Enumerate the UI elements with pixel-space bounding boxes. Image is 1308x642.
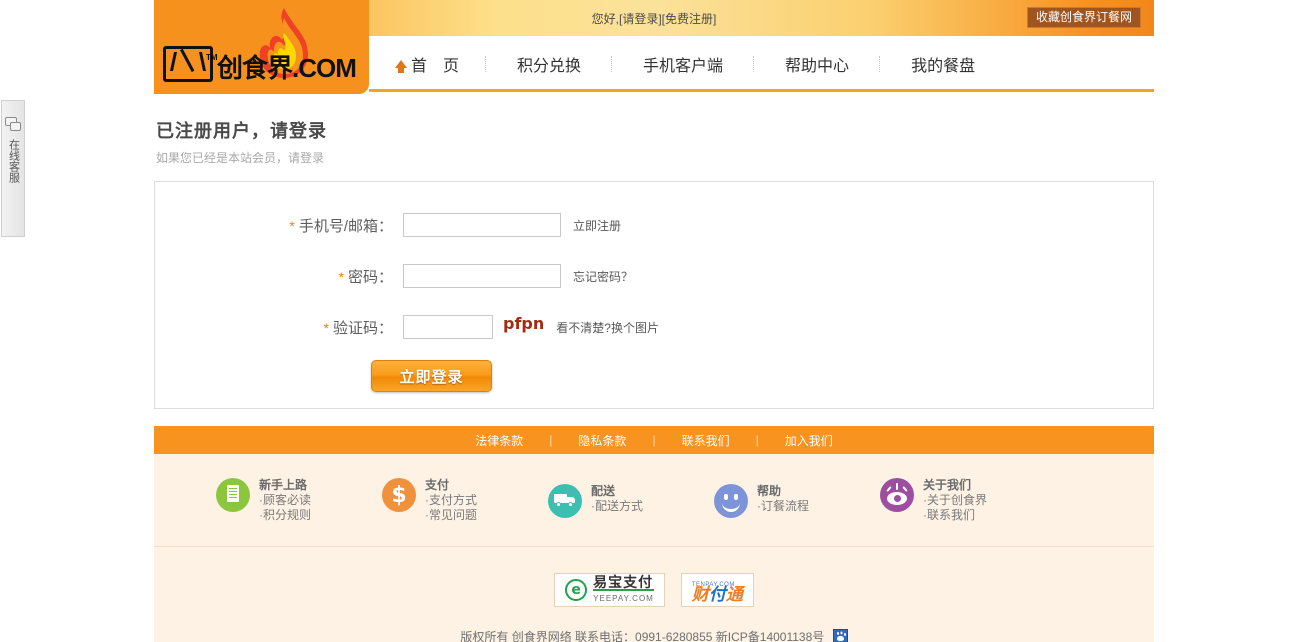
copyright-line: 版权所有 创食界网络 联系电话：0991-6280855 新ICP备140011… <box>154 628 1154 642</box>
online-service-tab[interactable]: 在线客服 <box>1 100 25 237</box>
login-button[interactable]: 立即登录 <box>371 360 492 392</box>
captcha-label-text: 验证码： <box>332 319 393 337</box>
footer-nav: 法律条款 | 隐私条款 | 联系我们 | 加入我们 <box>154 426 1154 454</box>
nav-item-mobile-app[interactable]: 手机客户端 <box>613 52 753 76</box>
site-header: TM 创食界.COM 首 页 积分兑换 手机客户端 帮助中心 我的餐盘 <box>154 0 1154 95</box>
eye-icon <box>880 478 914 512</box>
footer-sublink[interactable]: ·顾客必读 <box>259 493 311 508</box>
smiley-icon <box>714 483 748 518</box>
nav-item-points[interactable]: 积分兑换 <box>487 52 611 76</box>
dollar-icon: $ <box>382 478 416 512</box>
main-nav: 首 页 积分兑换 手机客户端 帮助中心 我的餐盘 <box>369 36 1154 91</box>
form-row-password: * 密码： 忘记密码？ <box>155 251 1153 301</box>
logo-tm-mark: TM <box>206 53 218 62</box>
register-link[interactable]: [免费注册] <box>662 12 717 26</box>
password-input[interactable] <box>403 264 561 288</box>
form-row-submit: 立即登录 <box>155 360 1153 392</box>
footer-col-help: 帮助 ·订餐流程 <box>714 483 880 518</box>
home-icon <box>395 59 407 73</box>
footer-sublink[interactable]: ·常见问题 <box>425 508 477 523</box>
required-star: * <box>338 268 344 285</box>
captcha-label: * 验证码： <box>243 317 393 338</box>
yeepay-name-en: YEEPAY.COM <box>593 593 654 603</box>
register-now-link[interactable]: 立即注册 <box>573 217 621 234</box>
tenpay-char-3: 通 <box>725 585 743 604</box>
add-favorite-button[interactable]: 收藏创食界订餐网 <box>1026 7 1141 28</box>
footer-sublink[interactable]: ·关于创食界 <box>923 493 987 508</box>
police-paw-icon[interactable] <box>832 629 848 642</box>
form-row-captcha: * 验证码： pfpn 看不清楚?换个图片 <box>155 302 1153 352</box>
footer-col-title: 帮助 <box>757 483 782 498</box>
forgot-password-link[interactable]: 忘记密码？ <box>573 268 633 285</box>
chat-bubbles-icon <box>5 117 21 131</box>
footer-link-contact[interactable]: 联系我们 <box>656 432 756 449</box>
page-subtitle: 如果您已经是本站会员，请登录 <box>156 151 325 165</box>
yeepay-e-mark: e <box>565 579 588 601</box>
account-label-text: 手机号/邮箱： <box>298 217 393 235</box>
truck-icon <box>548 483 582 518</box>
footer-sublink[interactable]: ·配送方式 <box>591 499 643 514</box>
tenpay-char-1: 财 <box>691 585 709 604</box>
tenpay-char-2: 付 <box>708 585 726 604</box>
required-star: * <box>289 217 295 234</box>
footer-link-join[interactable]: 加入我们 <box>759 432 859 449</box>
footer-col-title: 配送 <box>591 483 616 498</box>
refresh-captcha-link[interactable]: 看不清楚?换个图片 <box>556 319 659 336</box>
footer-col-title: 关于我们 <box>923 478 972 492</box>
footer-sublink[interactable]: ·支付方式 <box>425 493 477 508</box>
required-star: * <box>323 319 329 336</box>
main-column: 您好,[请登录][免费注册] 收藏创食界订餐网 TM 创食界.COM 首 页 积… <box>154 0 1154 642</box>
greeting-text: 您好, <box>591 12 619 26</box>
login-link[interactable]: [请登录] <box>619 12 662 26</box>
account-label: * 手机号/邮箱： <box>243 215 393 236</box>
tenpay-name-cn: 财付通 <box>692 586 743 603</box>
password-label-text: 密码： <box>347 268 393 286</box>
footer-bottom: e 易宝支付 YEEPAY.COM TENPAY.COM 财付通 版权所有 创食… <box>154 546 1154 642</box>
logo-bracket-icon <box>163 46 213 82</box>
footer-col-title: 支付 <box>425 478 450 492</box>
copyright-text: 版权所有 创食界网络 联系电话：0991-6280855 新ICP备140011… <box>460 630 825 642</box>
footer-sublink[interactable]: ·订餐流程 <box>757 499 809 514</box>
footer-col-title: 新手上路 <box>259 478 308 492</box>
payment-logos: e 易宝支付 YEEPAY.COM TENPAY.COM 财付通 <box>154 573 1154 607</box>
page-title: 已注册用户，请登录 <box>156 121 327 141</box>
footer-col-newbie: 新手上路 ·顾客必读 ·积分规则 <box>216 477 382 523</box>
footer-sublink[interactable]: ·积分规则 <box>259 508 311 523</box>
account-input[interactable] <box>403 213 561 237</box>
yeepay-logo-icon[interactable]: e 易宝支付 YEEPAY.COM <box>554 573 665 607</box>
nav-item-help-center[interactable]: 帮助中心 <box>755 52 879 76</box>
footer-sublink[interactable]: ·联系我们 <box>923 508 987 523</box>
footer-link-privacy[interactable]: 隐私条款 <box>552 432 652 449</box>
logo-wordmark: 创食界.COM <box>217 53 357 83</box>
login-form-panel: * 手机号/邮箱： 立即注册 * 密码： 忘记密码？ * 验证码： pfpn 看不清楚… <box>154 181 1154 409</box>
captcha-input[interactable] <box>403 315 493 339</box>
document-icon <box>216 478 250 512</box>
page-heading-block: 已注册用户，请登录 如果您已经是本站会员，请登录 <box>154 95 1154 166</box>
captcha-image[interactable]: pfpn <box>503 314 544 333</box>
footer-info-columns: 新手上路 ·顾客必读 ·积分规则 $ 支付 ·支付方式 ·常见问题 配送 ·配送… <box>154 454 1154 546</box>
footer-col-delivery: 配送 ·配送方式 <box>548 483 714 518</box>
tenpay-logo-icon[interactable]: TENPAY.COM 财付通 <box>680 573 754 607</box>
logo-text-group: 创食界.COM <box>163 46 357 83</box>
online-service-label: 在线客服 <box>7 139 20 183</box>
nav-item-my-tray[interactable]: 我的餐盘 <box>881 52 1005 76</box>
nav-item-home[interactable]: 首 页 <box>389 52 485 76</box>
footer-col-about: 关于我们 ·关于创食界 ·联系我们 <box>880 477 1046 523</box>
password-label: * 密码： <box>243 266 393 287</box>
footer-link-legal[interactable]: 法律条款 <box>449 432 549 449</box>
yeepay-name-cn: 易宝支付 <box>593 573 654 591</box>
nav-label-home: 首 页 <box>411 57 460 75</box>
page-root: 在线客服 您好,[请登录][免费注册] 收藏创食界订餐网 TM 创食界.COM <box>0 0 1308 642</box>
footer-col-payment: $ 支付 ·支付方式 ·常见问题 <box>382 477 548 523</box>
logo[interactable]: TM 创食界.COM <box>154 0 369 94</box>
form-row-account: * 手机号/邮箱： 立即注册 <box>155 200 1153 250</box>
nav-underline <box>369 89 1154 92</box>
